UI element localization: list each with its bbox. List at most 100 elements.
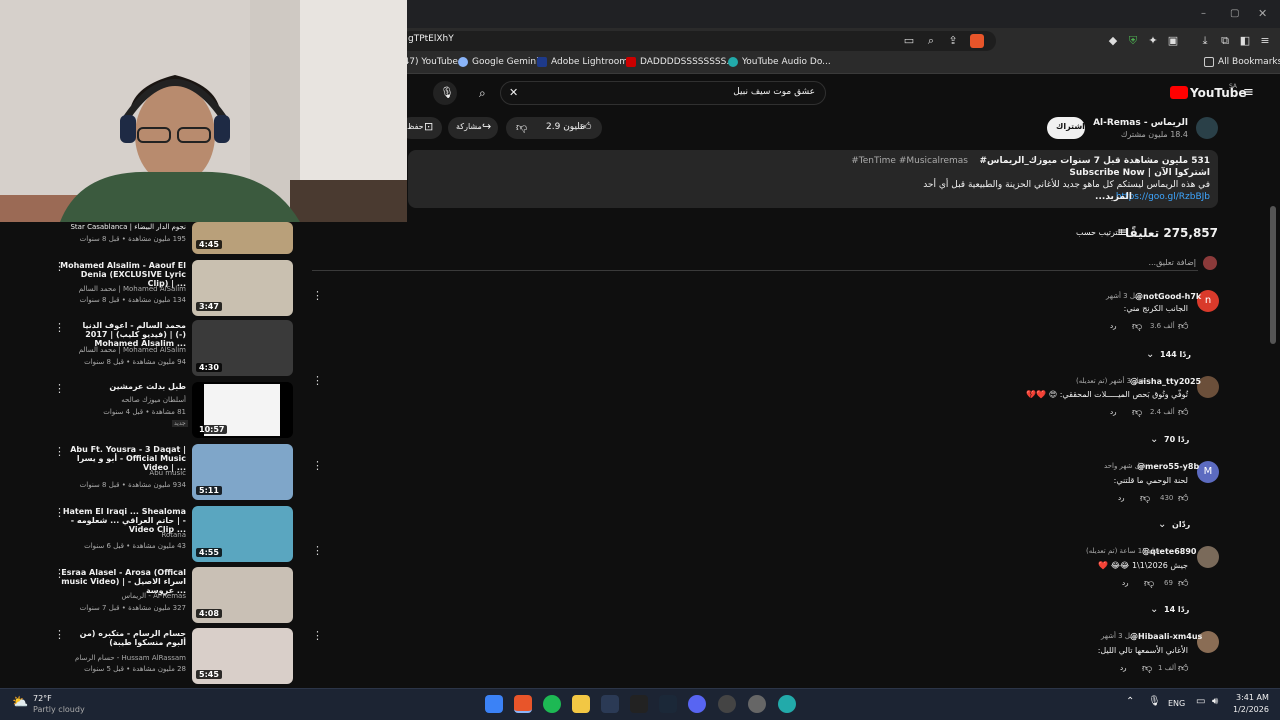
dislike-icon[interactable]: 👎︎ <box>1142 662 1152 674</box>
more-options-icon[interactable]: ⋮ <box>312 460 323 472</box>
video-description[interactable]: 531 مليون مشاهدة قبل 7 سنوات ميوزك_الريم… <box>408 150 1218 208</box>
video-title[interactable]: محمد السالم - اعوف الدنيا (فيديو كليب) |… <box>58 321 187 348</box>
sidebar-icon[interactable]: ◧ <box>1238 34 1252 48</box>
obs-icon[interactable] <box>718 695 736 713</box>
share-button[interactable]: مشاركة ↪ <box>448 117 498 139</box>
guide-menu-icon[interactable]: ≡ <box>1243 85 1254 100</box>
page-scrollbar[interactable] <box>1270 206 1276 344</box>
video-menu-icon[interactable]: ⋮ <box>54 629 65 641</box>
screenshot-icon[interactable]: ⧉ <box>1218 34 1232 48</box>
reply-button[interactable]: رد <box>1120 664 1127 672</box>
video-menu-icon[interactable]: ⋮ <box>54 446 65 458</box>
more-options-icon[interactable]: ⋮ <box>312 375 323 387</box>
comment-avatar[interactable] <box>1197 546 1219 568</box>
zoom-icon[interactable]: ⌕ <box>924 34 938 48</box>
file-explorer-icon[interactable] <box>572 695 590 713</box>
video-menu-icon[interactable]: ⋮ <box>54 383 65 395</box>
comment-time[interactable]: قبل 3 أشهر (تم تعديله) <box>1076 377 1144 385</box>
resolve-icon[interactable] <box>601 695 619 713</box>
volume-icon[interactable]: 🔊︎ <box>1212 696 1218 707</box>
video-menu-icon[interactable]: ⋮ <box>54 261 65 273</box>
comment-avatar[interactable]: M <box>1197 461 1219 483</box>
chevron-down-icon[interactable]: ⌄ <box>1150 434 1158 445</box>
bookmark-yt-audio[interactable]: YouTube Audio Do... <box>728 57 831 67</box>
add-comment-input[interactable]: إضافة تعليق... <box>1148 258 1196 267</box>
language-indicator[interactable]: ENG <box>1168 699 1185 708</box>
vpn-shield-icon[interactable]: ⛨ <box>1126 34 1140 48</box>
download-icon[interactable]: ⤓ <box>1198 34 1212 48</box>
youtube-logo-text[interactable]: YouTube <box>1190 86 1247 100</box>
spotify-icon[interactable] <box>543 695 561 713</box>
video-menu-icon[interactable]: ⋮ <box>54 568 65 580</box>
video-thumbnail[interactable] <box>192 222 293 254</box>
channel-avatar[interactable] <box>1196 117 1218 139</box>
like-icon[interactable]: 👍︎ <box>1178 406 1188 418</box>
like-icon[interactable]: 👍︎ <box>1178 577 1188 589</box>
video-menu-icon[interactable]: ⋮ <box>54 322 65 334</box>
reply-button[interactable]: رد <box>1110 408 1117 416</box>
replies-toggle[interactable]: 14 ردًا <box>1164 605 1189 614</box>
video-channel[interactable]: محمد السالم | Mohamed AlSalim <box>79 285 186 293</box>
like-icon[interactable]: 👍︎ <box>1178 492 1188 504</box>
like-icon[interactable]: 👍︎ <box>580 120 592 133</box>
more-options-icon[interactable]: ⋮ <box>312 630 323 642</box>
more-options-icon[interactable]: ⋮ <box>312 290 323 302</box>
weather-desc[interactable]: Partly cloudy <box>33 705 85 714</box>
close-icon[interactable]: ✕ <box>1258 7 1267 20</box>
chevron-down-icon[interactable]: ⌄ <box>1146 349 1154 360</box>
mic-tray-icon[interactable]: 🎙 <box>1148 696 1161 707</box>
description-hashtags[interactable]: #TenTime #Musicalremas <box>851 156 968 166</box>
dislike-icon[interactable]: 👎︎ <box>1132 320 1142 332</box>
video-channel[interactable]: الريماس - Al-Remas <box>122 592 186 600</box>
wallet-icon[interactable]: ▣ <box>1166 34 1180 48</box>
like-icon[interactable]: 👍︎ <box>1178 320 1188 332</box>
comment-time[interactable]: قبل 3 أشهر <box>1101 632 1136 640</box>
video-title[interactable]: حسام الرسام - متكبره (من ألبوم منسكوا طي… <box>58 629 186 647</box>
weather-icon[interactable]: ⛅ <box>12 695 28 710</box>
video-title[interactable]: نجوم الدار البيضاء | Star Casablanca <box>70 223 186 231</box>
like-icon[interactable]: 👍︎ <box>1178 662 1188 674</box>
description-more[interactable]: ...المزيد <box>1095 192 1132 202</box>
clock-time[interactable]: 3:41 AM <box>1236 693 1269 702</box>
dislike-icon[interactable]: 👎︎ <box>1144 577 1154 589</box>
tray-overflow-icon[interactable]: ⌃ <box>1126 696 1134 707</box>
comment-author[interactable]: @mero55-y8b <box>1137 462 1199 471</box>
menu-icon[interactable]: ≡ <box>1258 34 1272 48</box>
voice-search-button[interactable]: 🎙 <box>433 81 457 105</box>
minimize-icon[interactable]: – <box>1201 8 1206 19</box>
video-title[interactable]: Hatem El Iraqi ... Shealoma - حاتم العرا… <box>58 507 186 534</box>
reply-button[interactable]: رد <box>1122 579 1129 587</box>
comment-author[interactable]: @notGood-h7k <box>1135 292 1201 301</box>
channel-name[interactable]: الريماس - Al-Remas <box>1093 118 1188 128</box>
video-channel[interactable]: محمد السالم | Mohamed AlSalim <box>79 346 186 354</box>
comment-time[interactable]: قبل 3 أشهر <box>1106 292 1141 300</box>
comment-author[interactable]: @Hibaali-xm4us <box>1130 632 1202 641</box>
bookmark-youtube[interactable]: (47) YouTube <box>400 57 458 67</box>
share-icon[interactable]: ⇪ <box>946 34 960 48</box>
brave-browser-icon[interactable] <box>514 695 532 713</box>
steam-icon[interactable] <box>659 695 677 713</box>
subscribe-button[interactable]: اشتراك <box>1047 117 1085 139</box>
video-channel[interactable]: Abu music <box>149 469 186 477</box>
reply-button[interactable]: رد <box>1110 322 1117 330</box>
video-title[interactable]: Abu Ft. Yousra - 3 Daqat | أبو و يسرا - … <box>58 445 186 472</box>
replies-toggle[interactable]: 70 ردًا <box>1164 435 1189 444</box>
comment-time[interactable]: قبل 13 ساعة (تم تعديله) <box>1086 547 1160 555</box>
dislike-icon[interactable]: 👎︎ <box>1132 406 1142 418</box>
app-icon[interactable] <box>778 695 796 713</box>
video-channel[interactable]: حسام الرسام - Hussam AlRassam <box>75 654 186 662</box>
dislike-icon[interactable]: 👎︎ <box>1140 492 1150 504</box>
video-channel[interactable]: أسلطان ميوزك صالحه <box>121 396 186 404</box>
video-title[interactable]: Esraa Alasel - Arosa (Offical music Vide… <box>58 568 186 595</box>
network-icon[interactable]: ▭ <box>1196 696 1205 707</box>
search-input[interactable]: ⌕ ✕ عشق موت سيف نبيل <box>479 81 826 105</box>
bookmark-lightroom[interactable]: Adobe Lightroom <box>537 57 628 67</box>
clear-search-icon[interactable]: ✕ <box>509 86 518 99</box>
extension-icon[interactable]: ◆ <box>1106 34 1120 48</box>
discord-icon[interactable] <box>688 695 706 713</box>
video-menu-icon[interactable]: ⋮ <box>54 507 65 519</box>
youtube-logo-icon[interactable] <box>1170 86 1188 99</box>
install-icon[interactable]: ▭ <box>902 34 916 48</box>
search-icon[interactable]: ⌕ <box>479 86 486 101</box>
sort-label[interactable]: الترتيب حسب <box>1076 228 1122 237</box>
